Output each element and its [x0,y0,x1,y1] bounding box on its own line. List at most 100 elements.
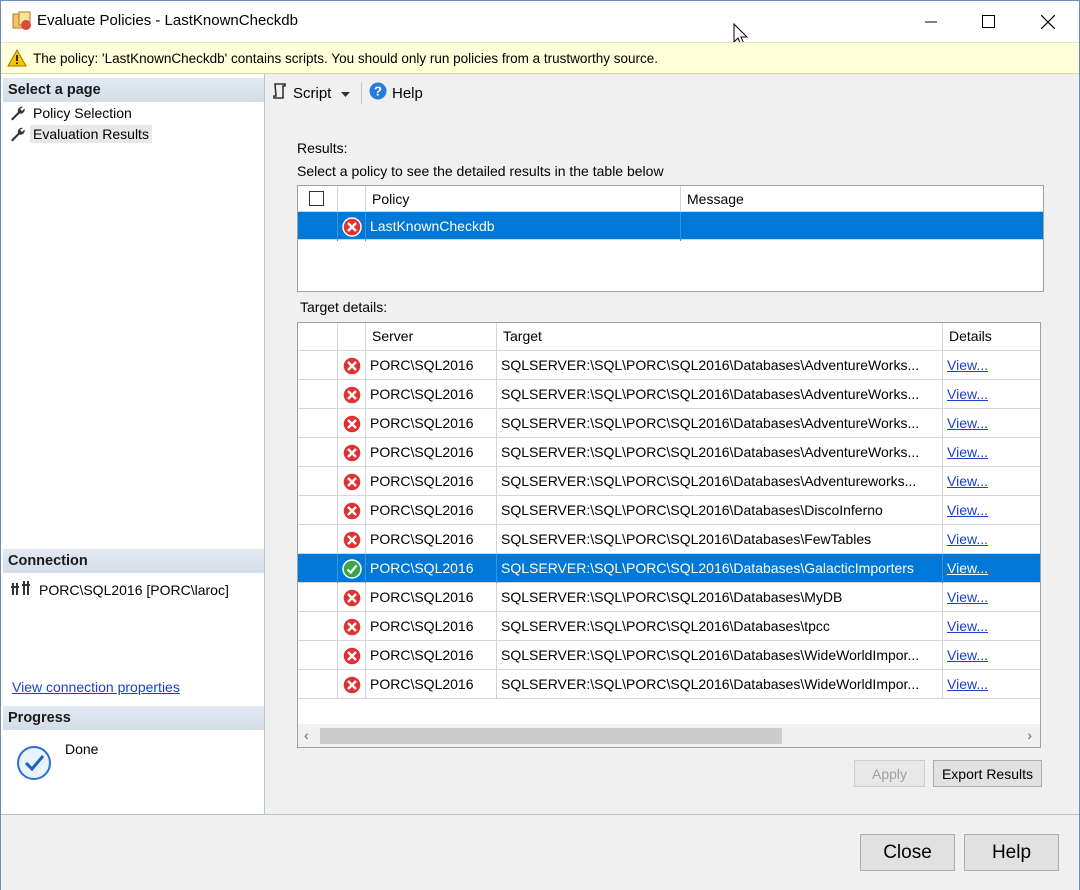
view-details-link[interactable]: View... [947,589,988,605]
table-row[interactable]: PORC\SQL2016 SQLSERVER:\SQL\PORC\SQL2016\… [298,583,1040,612]
pass-icon [342,559,362,582]
status-cell [338,351,366,380]
view-details-link[interactable]: View... [947,386,988,402]
view-details-link[interactable]: View... [947,444,988,460]
fail-icon [342,501,362,524]
progress-header: Progress [3,706,264,730]
dialog-button-bar: Close Help [1,814,1079,890]
close-button[interactable]: Close [860,834,955,871]
details-cell: View... [943,641,1040,670]
server-cell: PORC\SQL2016 [366,525,497,554]
status-cell [338,641,366,670]
wrench-icon [9,126,27,142]
table-row[interactable]: PORC\SQL2016 SQLSERVER:\SQL\PORC\SQL2016\… [298,525,1040,554]
view-details-link[interactable]: View... [947,531,988,547]
view-connection-properties-link[interactable]: View connection properties [12,679,180,695]
table-row[interactable]: PORC\SQL2016 SQLSERVER:\SQL\PORC\SQL2016\… [298,380,1040,409]
table-row[interactable]: PORC\SQL2016 SQLSERVER:\SQL\PORC\SQL2016\… [298,496,1040,525]
progress-status: Done [65,741,99,757]
table-row[interactable]: PORC\SQL2016 SQLSERVER:\SQL\PORC\SQL2016\… [298,438,1040,467]
export-results-button[interactable]: Export Results [933,760,1042,787]
server-cell: PORC\SQL2016 [366,583,497,612]
close-window-button[interactable] [1018,1,1078,42]
evaluate-policies-window: Evaluate Policies - LastKnownCheckdb The… [0,0,1080,890]
status-cell [338,525,366,554]
message-cell [681,212,1043,241]
scrollbar-thumb[interactable] [320,728,782,744]
fail-icon [342,675,362,698]
help-button[interactable]: Help [964,834,1059,871]
target-cell: SQLSERVER:\SQL\PORC\SQL2016\Databases\Ad… [497,409,943,438]
results-row[interactable]: LastKnownCheckdb [298,212,1043,241]
table-row[interactable]: PORC\SQL2016 SQLSERVER:\SQL\PORC\SQL2016\… [298,554,1040,583]
row-header-cell [298,496,338,525]
view-details-link[interactable]: View... [947,647,988,663]
table-row[interactable]: PORC\SQL2016 SQLSERVER:\SQL\PORC\SQL2016\… [298,351,1040,380]
help-toolbar-label: Help [392,84,423,102]
page-item-label: Policy Selection [33,105,132,121]
target-cell: SQLSERVER:\SQL\PORC\SQL2016\Databases\Ad… [497,438,943,467]
maximize-button[interactable] [958,1,1018,42]
fail-icon [342,530,362,553]
table-row[interactable]: PORC\SQL2016 SQLSERVER:\SQL\PORC\SQL2016\… [298,670,1040,699]
row-header-cell [298,612,338,641]
scroll-left-icon[interactable]: ‹ [304,727,309,743]
view-details-link[interactable]: View... [947,502,988,518]
row-header-cell [298,467,338,496]
view-details-link[interactable]: View... [947,676,988,692]
target-details-label: Target details: [300,299,388,315]
horizontal-scrollbar[interactable]: ‹ › [297,724,1041,748]
wrench-icon [9,105,27,121]
fail-icon [342,472,362,495]
view-details-link[interactable]: View... [947,473,988,489]
details-cell: View... [943,583,1040,612]
fail-icon [342,588,362,611]
minimize-button[interactable] [901,1,961,42]
scroll-right-icon[interactable]: › [1027,727,1032,743]
status-column-header [338,323,366,351]
done-check-icon [16,745,52,784]
select-all-header [298,186,338,212]
help-toolbar-button[interactable]: ? Help [369,82,423,104]
server-cell: PORC\SQL2016 [366,409,497,438]
row-header-cell [298,641,338,670]
script-label: Script [293,84,332,102]
target-cell: SQLSERVER:\SQL\PORC\SQL2016\Databases\Ad… [497,351,943,380]
fail-icon [342,617,362,640]
server-cell: PORC\SQL2016 [366,438,497,467]
policy-column-header[interactable]: Policy [366,186,681,212]
server-cell: PORC\SQL2016 [366,612,497,641]
apply-button[interactable]: Apply [854,760,925,787]
details-column-header[interactable]: Details [943,323,1040,351]
target-column-header[interactable]: Target [497,323,943,351]
message-column-header[interactable]: Message [681,186,1043,212]
title-bar: Evaluate Policies - LastKnownCheckdb [1,1,1079,46]
script-button[interactable]: Script [272,82,351,104]
table-row[interactable]: PORC\SQL2016 SQLSERVER:\SQL\PORC\SQL2016\… [298,409,1040,438]
row-header-cell [298,380,338,409]
table-row[interactable]: PORC\SQL2016 SQLSERVER:\SQL\PORC\SQL2016\… [298,612,1040,641]
page-item-policy-selection[interactable]: Policy Selection [9,103,132,123]
table-row[interactable]: PORC\SQL2016 SQLSERVER:\SQL\PORC\SQL2016\… [298,641,1040,670]
page-item-evaluation-results[interactable]: Evaluation Results [9,124,152,144]
results-label: Results: [297,140,348,156]
help-icon: ? [369,82,387,104]
target-cell: SQLSERVER:\SQL\PORC\SQL2016\Databases\Fe… [497,525,943,554]
policy-app-icon [11,10,33,32]
server-column-header[interactable]: Server [366,323,497,351]
row-header-cell [298,351,338,380]
left-navigation-pane: Select a page Policy Selection Evaluatio… [1,74,265,814]
view-details-link[interactable]: View... [947,415,988,431]
select-page-header: Select a page [3,78,264,102]
warning-text: The policy: 'LastKnownCheckdb' contains … [33,51,658,66]
toolbar-separator [361,82,362,104]
view-details-link[interactable]: View... [947,560,988,576]
view-details-link[interactable]: View... [947,357,988,373]
policy-cell: LastKnownCheckdb [366,212,681,241]
row-header-cell [298,583,338,612]
table-row[interactable]: PORC\SQL2016 SQLSERVER:\SQL\PORC\SQL2016\… [298,467,1040,496]
status-cell [338,612,366,641]
server-cell: PORC\SQL2016 [366,670,497,699]
view-details-link[interactable]: View... [947,618,988,634]
select-all-checkbox[interactable] [309,191,324,206]
